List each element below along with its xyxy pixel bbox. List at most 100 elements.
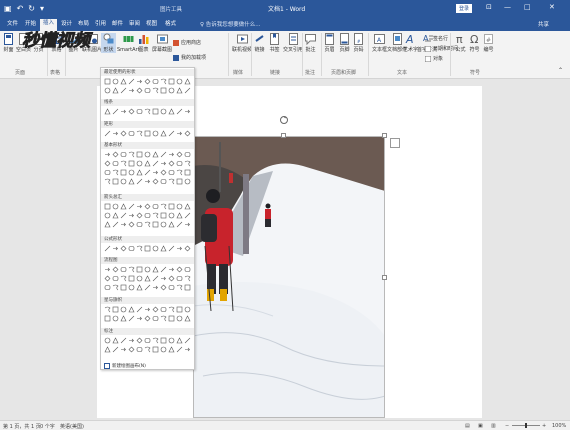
web-layout-icon[interactable]: ▥ [491,423,496,429]
shape-item[interactable] [104,130,111,137]
shape-item[interactable] [136,275,143,282]
shape-item[interactable] [176,266,183,273]
close-icon[interactable]: ✕ [549,3,555,11]
shape-item[interactable] [160,245,167,252]
shape-item[interactable] [128,212,135,219]
shape-item[interactable] [112,306,119,313]
shape-item[interactable] [144,108,151,115]
screenshot-button[interactable]: 屏幕截图 [152,33,172,53]
shape-item[interactable] [168,275,175,282]
shape-item[interactable] [120,203,127,210]
page-count[interactable]: 第 1 页，共 1 页 [3,423,41,430]
shape-item[interactable] [136,221,143,228]
tab-format[interactable]: 格式 [162,20,179,29]
shape-item[interactable] [184,203,191,210]
text-box-button[interactable]: A 文本框 [372,33,387,53]
shape-item[interactable] [160,160,167,167]
shape-item[interactable] [184,221,191,228]
shape-item[interactable] [144,212,151,219]
resize-handle-top[interactable] [281,133,286,138]
shape-item[interactable] [144,337,151,344]
shape-item[interactable] [112,212,119,219]
shape-item[interactable] [168,284,175,291]
shape-item[interactable] [136,337,143,344]
shape-item[interactable] [128,306,135,313]
shape-item[interactable] [144,203,151,210]
store-button[interactable]: 应用商店 [173,39,201,46]
my-addins-button[interactable]: 我的加载项 [173,54,206,61]
cross-reference-button[interactable]: 交叉引用 [283,33,303,53]
shape-item[interactable] [128,108,135,115]
shape-item[interactable] [120,275,127,282]
shape-item[interactable] [160,337,167,344]
shape-item[interactable] [168,212,175,219]
shape-item[interactable] [184,108,191,115]
shape-item[interactable] [184,315,191,322]
shape-item[interactable] [128,78,135,85]
shape-item[interactable] [120,346,127,353]
shape-item[interactable] [136,212,143,219]
shape-item[interactable] [152,315,159,322]
shape-item[interactable] [112,221,119,228]
shape-item[interactable] [160,346,167,353]
shape-item[interactable] [112,108,119,115]
shape-item[interactable] [120,306,127,313]
shape-item[interactable] [112,315,119,322]
shape-item[interactable] [152,203,159,210]
shape-item[interactable] [112,160,119,167]
shape-item[interactable] [144,266,151,273]
shape-item[interactable] [160,306,167,313]
new-drawing-canvas[interactable]: 新建绘图画布(N) [104,363,146,369]
layout-options-icon[interactable] [390,138,400,148]
zoom-thumb[interactable] [525,423,527,428]
shape-item[interactable] [120,160,127,167]
shape-item[interactable] [136,266,143,273]
shape-item[interactable] [128,284,135,291]
shape-item[interactable] [104,337,111,344]
shape-item[interactable] [128,130,135,137]
shape-item[interactable] [112,87,119,94]
tab-file[interactable]: 文件 [4,20,21,29]
shape-item[interactable] [168,203,175,210]
shape-item[interactable] [120,130,127,137]
shape-item[interactable] [104,78,111,85]
ski-slope-photo[interactable] [193,136,385,418]
shape-item[interactable] [168,315,175,322]
shape-item[interactable] [152,160,159,167]
login-button[interactable]: 登录 [456,4,473,13]
shape-item[interactable] [176,346,183,353]
shape-item[interactable] [144,275,151,282]
shape-item[interactable] [168,245,175,252]
shape-item[interactable] [104,221,111,228]
shape-item[interactable] [152,130,159,137]
shape-item[interactable] [184,169,191,176]
shape-item[interactable] [128,151,135,158]
shape-item[interactable] [168,78,175,85]
shape-item[interactable] [176,245,183,252]
shape-item[interactable] [184,275,191,282]
shape-item[interactable] [144,315,151,322]
shape-item[interactable] [128,346,135,353]
shape-item[interactable] [160,178,167,185]
shape-item[interactable] [104,306,111,313]
shape-item[interactable] [160,203,167,210]
shape-item[interactable] [144,221,151,228]
shape-item[interactable] [136,306,143,313]
shape-item[interactable] [136,284,143,291]
shape-item[interactable] [120,337,127,344]
shape-item[interactable] [152,212,159,219]
shape-item[interactable] [176,203,183,210]
shape-item[interactable] [120,221,127,228]
resize-handle-top-right[interactable] [382,133,387,138]
shape-item[interactable] [168,266,175,273]
equation-button[interactable]: π 公式 [455,33,466,53]
shape-item[interactable] [112,169,119,176]
shape-item[interactable] [104,169,111,176]
shape-item[interactable] [176,87,183,94]
shape-item[interactable] [136,151,143,158]
shape-item[interactable] [104,284,111,291]
shape-item[interactable] [176,108,183,115]
shape-item[interactable] [152,337,159,344]
shape-item[interactable] [152,284,159,291]
shape-item[interactable] [144,178,151,185]
